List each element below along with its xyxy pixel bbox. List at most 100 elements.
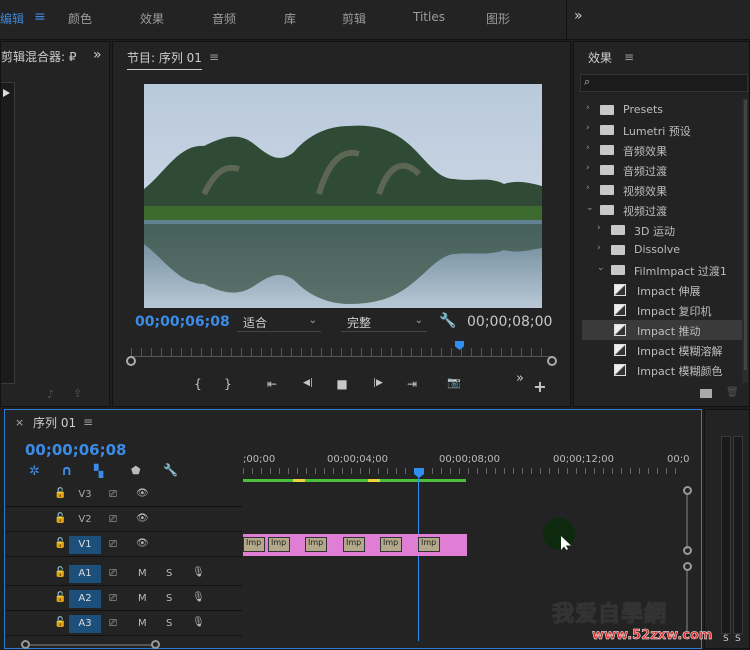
- solo-button[interactable]: S: [166, 593, 172, 604]
- quality-dropdown[interactable]: 完整 ⌄: [341, 314, 427, 332]
- track-header-a2[interactable]: 🔓 A2 ⎚ M S 🎙: [6, 587, 242, 611]
- stop-button[interactable]: ■: [333, 377, 351, 391]
- panel-title[interactable]: 剪辑混合器: ₽: [1, 48, 85, 65]
- effects-item[interactable]: ⌄ FilmImpact 过渡1: [582, 260, 742, 280]
- eye-icon[interactable]: 👁: [136, 488, 149, 499]
- mute-button[interactable]: M: [138, 593, 147, 604]
- transition-clip[interactable]: Imp: [268, 537, 290, 552]
- chevron-right-icon[interactable]: ›: [586, 103, 590, 113]
- sync-lock-icon[interactable]: ⎚: [109, 593, 117, 604]
- wrench-icon[interactable]: 🔧: [163, 463, 178, 477]
- effects-item[interactable]: Impact 伸展: [582, 280, 742, 300]
- transport-overflow-icon[interactable]: »: [511, 371, 529, 386]
- new-bin-icon[interactable]: [700, 389, 712, 398]
- track-header-v1[interactable]: 🔓 V1 ⎚ 👁: [6, 533, 242, 557]
- workspace-tab-effects[interactable]: 效果: [140, 10, 164, 27]
- transition-clip[interactable]: Imp: [305, 537, 327, 552]
- workspace-overflow-icon[interactable]: »: [574, 8, 583, 24]
- track-header-a1[interactable]: 🔓 A1 ⎚ M S 🎙: [6, 562, 242, 586]
- scrollbar-thumb[interactable]: [744, 100, 747, 370]
- workspace-tab-color[interactable]: 颜色: [68, 10, 92, 27]
- effects-item[interactable]: › 音频过渡: [582, 160, 742, 180]
- effects-item[interactable]: Impact 复印机: [582, 300, 742, 320]
- effects-item[interactable]: ⌄ 视频过渡: [582, 200, 742, 220]
- microphone-icon[interactable]: 🎙: [192, 592, 205, 603]
- add-marker-icon[interactable]: ⬟: [131, 464, 141, 477]
- goto-in-button[interactable]: ⇤: [263, 377, 281, 391]
- step-forward-button[interactable]: |▶: [369, 378, 387, 388]
- effects-item[interactable]: Impact 推动: [582, 320, 742, 340]
- mark-in-button[interactable]: {: [189, 377, 207, 391]
- effects-item[interactable]: › 3D 运动: [582, 220, 742, 240]
- track-target-v2[interactable]: V2: [69, 511, 101, 529]
- program-menu-icon[interactable]: ≡: [209, 50, 219, 64]
- sync-lock-icon[interactable]: ⎚: [109, 618, 117, 629]
- lock-icon[interactable]: 🔓: [54, 617, 66, 628]
- zoom-handle-right[interactable]: [547, 356, 557, 366]
- solo-right-button[interactable]: S: [735, 634, 741, 644]
- close-icon[interactable]: ×: [15, 416, 24, 429]
- nest-snap-icon[interactable]: ✲: [29, 464, 40, 479]
- sync-lock-icon[interactable]: ⎚: [109, 568, 117, 579]
- track-header-v3[interactable]: 🔓 V3 ⎚ 👁: [6, 483, 242, 507]
- workspace-tab-edit[interactable]: 编辑: [0, 10, 24, 27]
- snap-magnet-icon[interactable]: ∩: [61, 463, 72, 479]
- effects-item[interactable]: › 视频效果: [582, 180, 742, 200]
- chevron-down-icon[interactable]: ⌄: [586, 203, 594, 213]
- video-vscroll[interactable]: [683, 486, 692, 555]
- chevron-right-icon[interactable]: ›: [586, 163, 590, 173]
- program-monitor-title[interactable]: 节目: 序列 01: [127, 49, 202, 70]
- effects-menu-icon[interactable]: ≡: [624, 50, 634, 64]
- chevron-right-icon[interactable]: ›: [586, 123, 590, 133]
- goto-out-button[interactable]: ⇥: [403, 377, 421, 391]
- track-target-a3[interactable]: A3: [69, 615, 101, 633]
- timeline-menu-icon[interactable]: ≡: [83, 415, 93, 429]
- track-header-v2[interactable]: 🔓 V2 ⎚ 👁: [6, 508, 242, 532]
- mute-button[interactable]: M: [138, 568, 147, 579]
- track-target-v3[interactable]: V3: [69, 486, 101, 504]
- solo-left-button[interactable]: S: [723, 634, 729, 644]
- effects-panel-title[interactable]: 效果: [588, 49, 612, 66]
- sequence-tab[interactable]: 序列 01: [33, 414, 76, 431]
- chevron-right-icon[interactable]: ›: [586, 183, 590, 193]
- workspace-tab-assembly[interactable]: 剪辑: [342, 10, 366, 27]
- effects-item[interactable]: › Lumetri 预设: [582, 120, 742, 140]
- workspace-tab-audio[interactable]: 音频: [212, 10, 236, 27]
- track-header-a3[interactable]: 🔓 A3 ⎚ M S 🎙: [6, 612, 242, 636]
- current-timecode[interactable]: 00;00;06;08: [135, 314, 230, 330]
- playback-scrubber[interactable]: [131, 348, 551, 358]
- transition-clip[interactable]: Imp: [343, 537, 365, 552]
- transition-clip[interactable]: Imp: [380, 537, 402, 552]
- export-frame-button[interactable]: 📷: [445, 376, 463, 389]
- panel-overflow-icon[interactable]: »: [93, 47, 102, 63]
- sync-lock-icon[interactable]: ⎚: [109, 539, 117, 550]
- workspace-tab-libraries[interactable]: 库: [284, 10, 296, 27]
- workspace-tab-graphics[interactable]: 图形: [486, 10, 510, 27]
- eye-icon[interactable]: 👁: [136, 538, 149, 549]
- wrench-icon[interactable]: 🔧: [439, 313, 456, 329]
- workspace-tab-titles[interactable]: Titles: [413, 10, 445, 24]
- track-target-a1[interactable]: A1: [69, 565, 101, 583]
- transition-clip[interactable]: Imp: [243, 537, 265, 552]
- time-ruler[interactable]: ;00;00 00;00;04;00 00;00;08;00 00;00;12;…: [243, 450, 689, 482]
- sync-lock-icon[interactable]: ⎚: [109, 489, 117, 500]
- chevron-down-icon[interactable]: ⌄: [597, 263, 605, 273]
- sync-lock-icon[interactable]: ⎚: [109, 514, 117, 525]
- lock-icon[interactable]: 🔓: [54, 567, 66, 578]
- eye-icon[interactable]: 👁: [136, 513, 149, 524]
- track-target-a2[interactable]: A2: [69, 590, 101, 608]
- mute-button[interactable]: M: [138, 618, 147, 629]
- audio-plugin-icon[interactable]: ♪: [47, 388, 54, 401]
- chevron-right-icon[interactable]: ›: [597, 223, 601, 233]
- effects-search-input[interactable]: ⌕: [580, 74, 748, 92]
- mark-out-button[interactable]: }: [219, 377, 237, 391]
- effects-item[interactable]: › Presets: [582, 100, 742, 120]
- timeline-timecode[interactable]: 00;00;06;08: [25, 441, 127, 459]
- button-editor-add-icon[interactable]: +: [531, 377, 549, 396]
- step-back-button[interactable]: ◀|: [299, 378, 317, 388]
- chevron-right-icon[interactable]: ›: [586, 143, 590, 153]
- delete-icon[interactable]: 🗑: [726, 387, 739, 398]
- export-icon[interactable]: ⇪: [73, 387, 82, 400]
- chevron-right-icon[interactable]: ›: [597, 243, 601, 253]
- effects-item[interactable]: Impact 模糊颜色: [582, 360, 742, 380]
